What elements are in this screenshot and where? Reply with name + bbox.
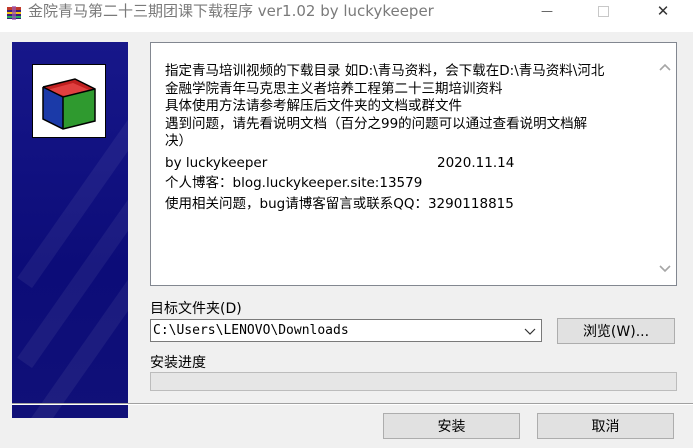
title-bar[interactable]: 金院青马第二十三期团课下载程序 ver1.02 by luckykeeper —… [0,0,693,32]
info-line: 指定青马培训视频的下载目录 如D:\青马资料，会下载在D:\青马资料\河北 [165,63,605,79]
cancel-button-label: 取消 [591,419,620,435]
blog-text: 个人博客：blog.luckykeeper.site:13579 [165,175,423,191]
chevron-down-icon [658,259,672,278]
info-text: 指定青马培训视频的下载目录 如D:\青马资料，会下载在D:\青马资料\河北 金融… [165,63,635,213]
author-date-line: by luckykeeper 2020.11.14 [165,155,635,173]
contact-text: 使用相关问题，bug请博客留言或联系QQ：3290118815 [165,195,514,212]
divider [12,403,693,405]
chevron-down-icon[interactable] [523,323,537,337]
author-text: by luckykeeper [165,154,268,171]
browse-button[interactable]: 浏览(W)... [557,318,675,344]
info-line: 遇到问题，请先看说明文档（百分之99的问题可以通过查看说明文档解 [165,115,588,132]
date-text: 2020.11.14 [437,154,515,171]
close-button[interactable]: ✕ [640,0,686,22]
install-button[interactable]: 安装 [383,413,520,439]
install-progress-bar [150,372,677,391]
cancel-button[interactable]: 取消 [537,413,674,439]
target-dir-value: C:\Users\LENOVO\Downloads [153,323,349,338]
side-banner [12,42,128,418]
scroll-down-button[interactable] [656,259,674,277]
window-title: 金院青马第二十三期团课下载程序 ver1.02 by luckykeeper [28,2,434,20]
minimize-button[interactable]: — [524,0,570,22]
info-line: 决） [165,133,192,149]
minimize-icon: — [541,4,553,18]
maximize-icon [597,2,609,21]
progress-label: 安装进度 [150,355,206,371]
installer-dialog: 指定青马培训视频的下载目录 如D:\青马资料，会下载在D:\青马资料\河北 金融… [0,32,693,448]
target-dir-label: 目标文件夹(D) [150,301,242,317]
info-text-box[interactable]: 指定青马培训视频的下载目录 如D:\青马资料，会下载在D:\青马资料\河北 金融… [150,42,677,286]
close-icon: ✕ [656,2,670,20]
install-button-label: 安装 [437,419,466,435]
maximize-button [580,0,626,22]
installer-box-icon [32,64,106,138]
scroll-up-button[interactable] [656,57,674,75]
installer-app-icon [6,5,22,21]
target-dir-combobox[interactable]: C:\Users\LENOVO\Downloads [150,319,542,342]
chevron-up-icon [658,57,672,76]
info-line: 具体使用方法请参考解压后文件夹的文档或群文件 [165,98,462,114]
info-line: 金融学院青年马克思主义者培养工程第二十三期培训资料 [165,80,503,97]
browse-button-label: 浏览(W)... [582,324,650,340]
